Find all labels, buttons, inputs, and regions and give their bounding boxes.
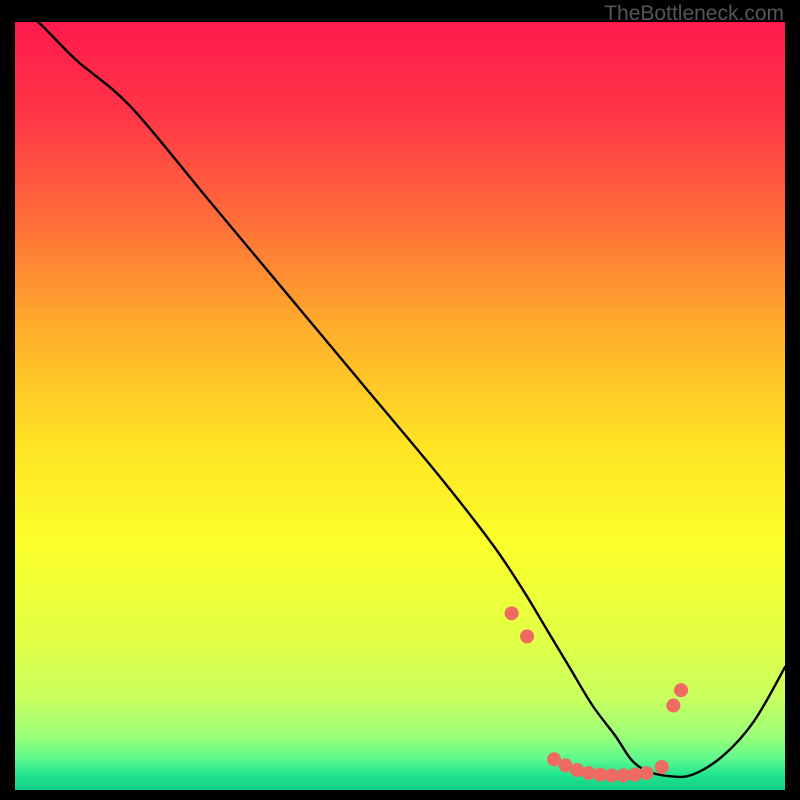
marker-dot [505,606,519,620]
chart-frame [15,22,785,790]
marker-dot [666,699,680,713]
marker-dot [520,629,534,643]
gradient-background [15,22,785,790]
marker-dot [674,683,688,697]
marker-dot [655,760,669,774]
marker-dot [639,766,653,780]
bottleneck-chart [15,22,785,790]
